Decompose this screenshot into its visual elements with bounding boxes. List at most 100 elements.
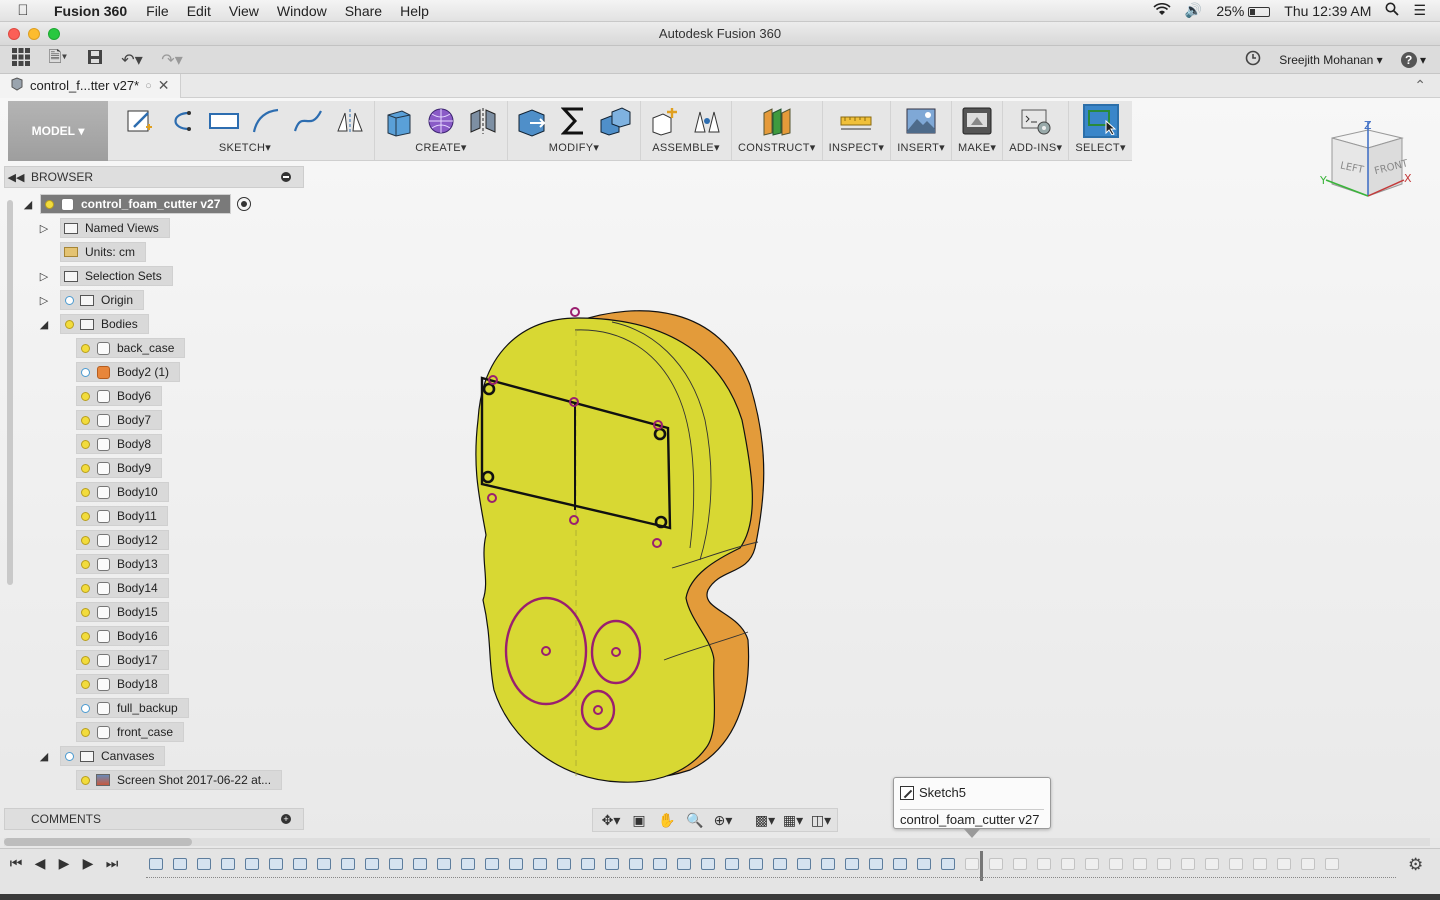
visibility-bulb-icon[interactable] — [77, 532, 93, 548]
stop-sketch-icon[interactable] — [164, 104, 200, 138]
create-menu[interactable]: CREATE▾ — [415, 141, 466, 154]
visibility-bulb-icon[interactable] — [77, 388, 93, 404]
body-item[interactable]: Body12 — [76, 530, 169, 550]
browser-minimize-icon[interactable] — [281, 172, 291, 182]
visibility-bulb-icon[interactable] — [77, 604, 93, 620]
timeline-feature-suppressed-icon[interactable] — [962, 855, 982, 873]
go-to-start-icon[interactable]: ⏮ — [8, 855, 24, 872]
tree-item-bodies[interactable]: ◢ Bodies — [36, 314, 149, 334]
body-item[interactable]: full_backup — [76, 698, 189, 718]
timeline-feature-icon[interactable] — [938, 855, 958, 873]
body-item[interactable]: Body17 — [76, 650, 169, 670]
body-item[interactable]: Body14 — [76, 578, 169, 598]
tree-root[interactable]: ◢ control_foam_cutter v27 — [20, 194, 252, 214]
timeline-feature-icon[interactable] — [218, 855, 238, 873]
body-item[interactable]: Body9 — [76, 458, 163, 478]
visibility-bulb-icon[interactable] — [41, 196, 57, 212]
notification-center-icon[interactable]: ☰ — [1413, 2, 1426, 19]
menu-file[interactable]: File — [137, 3, 178, 19]
body-item[interactable]: front_case — [76, 722, 185, 742]
timeline-feature-suppressed-icon[interactable] — [1322, 855, 1342, 873]
timeline-feature-suppressed-icon[interactable] — [1106, 855, 1126, 873]
visibility-bulb-icon[interactable] — [77, 772, 93, 788]
timeline-feature-icon[interactable] — [338, 855, 358, 873]
menu-help[interactable]: Help — [391, 3, 438, 19]
timeline-feature-suppressed-icon[interactable] — [1274, 855, 1294, 873]
timeline-feature-suppressed-icon[interactable] — [1202, 855, 1222, 873]
timeline-feature-icon[interactable] — [626, 855, 646, 873]
timeline-feature-icon[interactable] — [194, 855, 214, 873]
timeline-feature-icon[interactable] — [578, 855, 598, 873]
timeline-feature-icon[interactable] — [842, 855, 862, 873]
go-to-end-icon[interactable]: ⏭ — [104, 855, 120, 872]
joint-icon[interactable] — [689, 104, 725, 138]
measure-icon[interactable] — [838, 104, 874, 138]
body-item[interactable]: Body11 — [76, 506, 168, 526]
timeline-feature-icon[interactable] — [794, 855, 814, 873]
timeline-feature-icon[interactable] — [458, 855, 478, 873]
body-item[interactable]: Body8 — [76, 434, 163, 454]
apple-icon[interactable]:  — [0, 2, 46, 19]
tree-item-units[interactable]: Units: cm — [60, 242, 147, 262]
step-forward-icon[interactable]: ▶ — [80, 855, 96, 872]
body-item[interactable]: Body15 — [76, 602, 169, 622]
visibility-bulb-icon[interactable] — [77, 460, 93, 476]
menu-share[interactable]: Share — [336, 3, 391, 19]
visibility-bulb-icon[interactable] — [77, 436, 93, 452]
chevron-up-icon[interactable]: ⌃ — [1414, 77, 1440, 94]
timeline-feature-icon[interactable] — [746, 855, 766, 873]
spotlight-icon[interactable] — [1385, 2, 1400, 19]
collapse-browser-icon[interactable]: ◀◀ — [5, 171, 27, 184]
battery-status[interactable]: 25% — [1216, 3, 1271, 19]
visibility-bulb-icon[interactable] — [77, 484, 93, 500]
add-comment-icon[interactable]: + — [281, 814, 291, 824]
visibility-bulb-icon[interactable] — [77, 628, 93, 644]
zoom-window-button[interactable] — [48, 28, 60, 40]
body-item[interactable]: Body7 — [76, 410, 163, 430]
construct-menu[interactable]: CONSTRUCT▾ — [738, 141, 816, 154]
close-tab-icon[interactable]: ✕ — [158, 77, 170, 94]
volume-icon[interactable]: 🔊 — [1185, 2, 1202, 19]
body-item[interactable]: Body6 — [76, 386, 163, 406]
play-icon[interactable]: ▶ — [56, 855, 72, 872]
timeline-feature-icon[interactable] — [914, 855, 934, 873]
timeline-feature-icon[interactable] — [170, 855, 190, 873]
timeline-feature-icon[interactable] — [722, 855, 742, 873]
parameters-sigma-icon[interactable] — [556, 104, 592, 138]
menu-edit[interactable]: Edit — [178, 3, 220, 19]
body-item[interactable]: Body2 (1) — [76, 362, 181, 382]
insert-menu[interactable]: INSERT▾ — [897, 141, 945, 154]
expand-triangle-icon[interactable]: ▷ — [36, 292, 52, 308]
minimize-window-button[interactable] — [28, 28, 40, 40]
orbit-icon[interactable]: ✥▾ — [599, 812, 623, 829]
press-pull-icon[interactable] — [514, 104, 550, 138]
visibility-bulb-icon[interactable] — [77, 412, 93, 428]
visibility-bulb-icon[interactable] — [77, 556, 93, 572]
workspace-switcher[interactable]: MODEL ▾ — [8, 101, 108, 161]
timeline-feature-icon[interactable] — [266, 855, 286, 873]
new-component-icon[interactable] — [647, 104, 683, 138]
timeline-feature-icon[interactable] — [242, 855, 262, 873]
3d-print-icon[interactable] — [959, 104, 995, 138]
visibility-bulb-icon[interactable] — [77, 580, 93, 596]
timeline-feature-icon[interactable] — [818, 855, 838, 873]
select-tool-icon[interactable] — [1082, 104, 1119, 138]
pan-hand-icon[interactable]: ✋ — [655, 812, 679, 829]
timeline-feature-suppressed-icon[interactable] — [1034, 855, 1054, 873]
timeline-feature-icon[interactable] — [602, 855, 622, 873]
timeline-feature-suppressed-icon[interactable] — [1226, 855, 1246, 873]
help-menu[interactable]: ? ▾ — [1400, 51, 1426, 68]
addins-menu[interactable]: ADD-INS▾ — [1009, 141, 1062, 154]
data-panel-grid-icon[interactable] — [4, 48, 38, 71]
save-icon[interactable] — [78, 49, 112, 70]
assemble-menu[interactable]: ASSEMBLE▾ — [652, 141, 720, 154]
expand-triangle-icon[interactable]: ▷ — [36, 268, 52, 284]
timeline-feature-icon[interactable] — [314, 855, 334, 873]
visibility-bulb-icon[interactable] — [77, 724, 93, 740]
mirror-icon[interactable] — [332, 104, 368, 138]
user-account-menu[interactable]: Sreejith Mohanan ▾ — [1279, 53, 1382, 67]
timeline-feature-suppressed-icon[interactable] — [1010, 855, 1030, 873]
timeline-feature-icon[interactable] — [866, 855, 886, 873]
close-window-button[interactable] — [8, 28, 20, 40]
visibility-bulb-icon[interactable] — [61, 316, 77, 332]
